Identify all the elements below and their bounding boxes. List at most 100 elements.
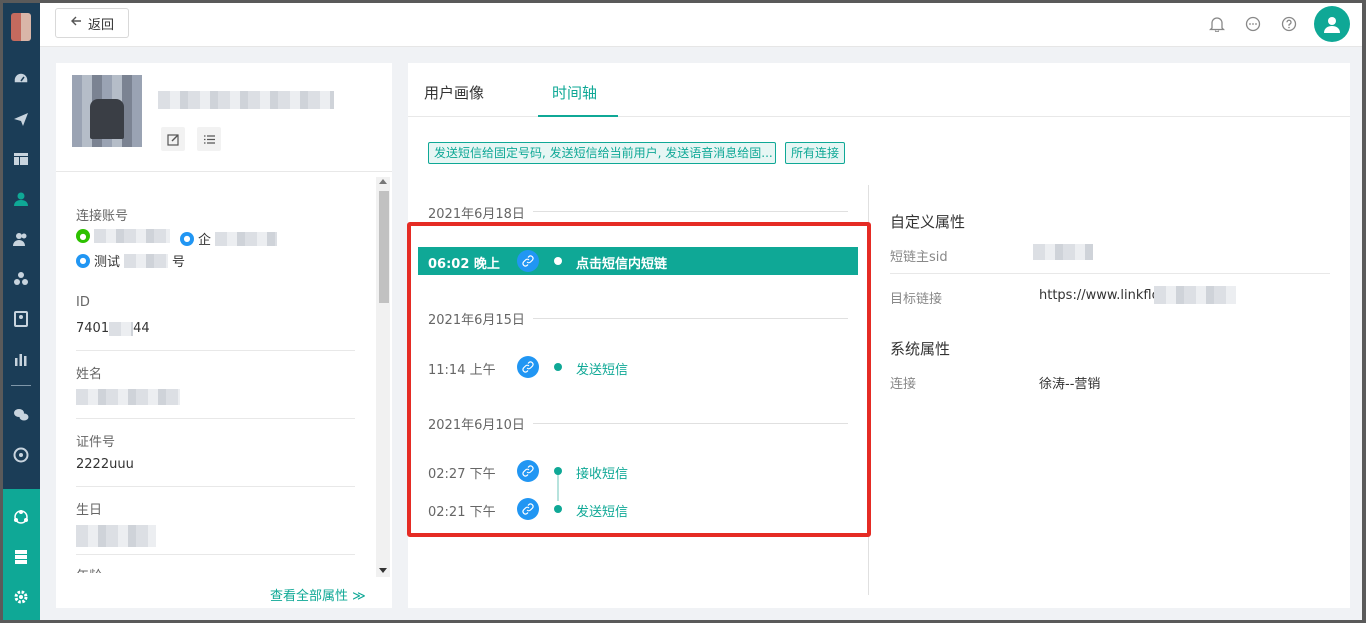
profile-card: 连接账号 ● ● 企 ● 测试 号 ID 7401 44 姓名 证件号 2222… <box>56 63 392 608</box>
event-name: 点击短信内短链 <box>576 257 668 272</box>
scroll-up-arrow[interactable] <box>379 179 387 184</box>
short-link-sid-value-blurred <box>1033 244 1093 260</box>
chat-account-icon: ● <box>76 253 90 268</box>
bar-chart-icon[interactable] <box>11 349 31 369</box>
contact-card-icon[interactable] <box>11 309 31 329</box>
app-frame: 返回 连接账号 ● ● 企 ● 测试 号 ID 7401 44 姓名 证件号 2… <box>3 3 1362 620</box>
timeline-dot <box>554 467 562 475</box>
account-3-prefix: 测试 <box>94 255 121 270</box>
profile-photo <box>72 75 142 147</box>
event-time: 02:27 下午 <box>428 467 496 482</box>
active-tab-indicator <box>538 115 618 117</box>
event-time: 11:14 上午 <box>428 363 496 378</box>
id-value: 7401 44 <box>76 321 150 336</box>
event-name: 发送短信 <box>576 505 629 520</box>
event-name: 发送短信 <box>576 363 629 378</box>
timeline-event[interactable]: 02:27 下午 接收短信 <box>418 457 858 485</box>
sidebar-divider <box>11 385 31 386</box>
tab-user-portrait[interactable]: 用户画像 <box>424 82 484 103</box>
timeline-dot <box>554 257 562 265</box>
chat-icon[interactable] <box>1242 13 1264 35</box>
certificate-label: 证件号 <box>76 435 116 450</box>
event-time: 02:21 下午 <box>428 505 496 520</box>
tab-timeline[interactable]: 时间轴 <box>552 82 597 103</box>
date-header: 2021年6月18日 <box>428 207 525 222</box>
scroll-thumb[interactable] <box>379 191 389 303</box>
link-icon <box>517 498 539 520</box>
name-value-blurred <box>76 389 180 405</box>
event-filter-tag[interactable]: 发送短信给固定号码, 发送短信给当前用户, 发送语音消息给固... <box>428 142 776 164</box>
field-divider <box>76 418 355 419</box>
dashboard-icon[interactable] <box>11 69 31 89</box>
name-label: 姓名 <box>76 367 103 382</box>
date-header-line <box>533 423 848 424</box>
sidebar <box>3 3 40 620</box>
bell-icon[interactable] <box>1206 13 1228 35</box>
link-icon <box>517 250 539 272</box>
wechat-icon[interactable] <box>11 405 31 425</box>
connection-value: 徐涛--营销 <box>1039 377 1101 392</box>
account-1-blurred <box>94 229 170 243</box>
event-name: 接收短信 <box>576 467 629 482</box>
users-icon[interactable] <box>11 229 31 249</box>
profile-name-blurred <box>158 91 334 109</box>
edit-icon <box>166 133 179 146</box>
account-enterprise: ● 企 <box>180 229 278 248</box>
panel-divider <box>868 185 869 595</box>
timeline-event[interactable]: 11:14 上午 发送短信 <box>418 353 858 381</box>
server-icon[interactable] <box>11 547 31 567</box>
target-link-label: 目标链接 <box>890 292 943 307</box>
see-all-attributes-link[interactable]: 查看全部属性 ≫ <box>270 585 366 604</box>
user-avatar-icon[interactable] <box>1314 6 1350 42</box>
network-icon[interactable] <box>11 507 31 527</box>
target-icon[interactable] <box>11 445 31 465</box>
target-link-value[interactable]: https://www.linkflo <box>1039 288 1160 303</box>
date-header: 2021年6月10日 <box>428 418 525 433</box>
sidebar-bottom-group <box>3 489 40 620</box>
event-time: 06:02 晚上 <box>428 257 500 272</box>
chat-account-icon: ● <box>180 231 194 246</box>
top-bar: 返回 <box>40 3 1362 47</box>
send-icon[interactable] <box>11 109 31 129</box>
date-header-line <box>533 211 848 212</box>
field-divider <box>76 554 355 555</box>
birthday-label: 生日 <box>76 503 103 518</box>
custom-attributes-title: 自定义属性 <box>890 213 966 231</box>
back-button[interactable]: 返回 <box>55 8 129 38</box>
app-logo[interactable] <box>11 13 31 41</box>
account-2-blurred <box>215 231 278 246</box>
scroll-down-arrow[interactable] <box>379 568 387 573</box>
cluster-icon[interactable] <box>11 269 31 289</box>
back-button-label: 返回 <box>87 17 114 33</box>
timeline-panel: 用户画像 时间轴 发送短信给固定号码, 发送短信给当前用户, 发送语音消息给固.… <box>408 63 1350 608</box>
list-icon <box>203 134 215 144</box>
connection-label: 连接 <box>890 377 917 392</box>
link-icon <box>517 460 539 482</box>
field-divider <box>76 350 355 351</box>
arrow-left-icon <box>70 15 82 31</box>
account-3-suffix: 号 <box>172 255 186 270</box>
certificate-value: 2222uuu <box>76 457 134 472</box>
account-test: ● 测试 号 <box>76 251 185 270</box>
user-icon[interactable] <box>11 189 31 209</box>
edit-profile-button[interactable] <box>161 127 185 151</box>
timeline-event[interactable]: 06:02 晚上 点击短信内短链 <box>418 247 858 275</box>
timeline-event[interactable]: 02:21 下午 发送短信 <box>418 495 858 523</box>
attribute-scroll-area[interactable]: 连接账号 ● ● 企 ● 测试 号 ID 7401 44 姓名 证件号 2222… <box>56 173 376 573</box>
attribute-list-button[interactable] <box>197 127 221 151</box>
birthday-value-blurred <box>76 525 156 547</box>
id-label: ID <box>76 295 90 310</box>
accounts-label: 连接账号 <box>76 209 129 224</box>
layout-icon[interactable] <box>11 149 31 169</box>
attribute-scrollbar[interactable] <box>376 177 390 577</box>
date-header-line <box>533 318 848 319</box>
account-wechat: ● <box>76 229 170 243</box>
age-label: 年龄 <box>76 565 102 573</box>
attribute-divider <box>890 273 1330 274</box>
short-link-sid-label: 短链主sid <box>890 250 948 265</box>
gear-icon[interactable] <box>11 587 31 607</box>
help-icon[interactable] <box>1278 13 1300 35</box>
connection-filter-tag[interactable]: 所有连接 <box>785 142 846 164</box>
system-attributes-title: 系统属性 <box>890 340 951 358</box>
link-icon <box>517 356 539 378</box>
